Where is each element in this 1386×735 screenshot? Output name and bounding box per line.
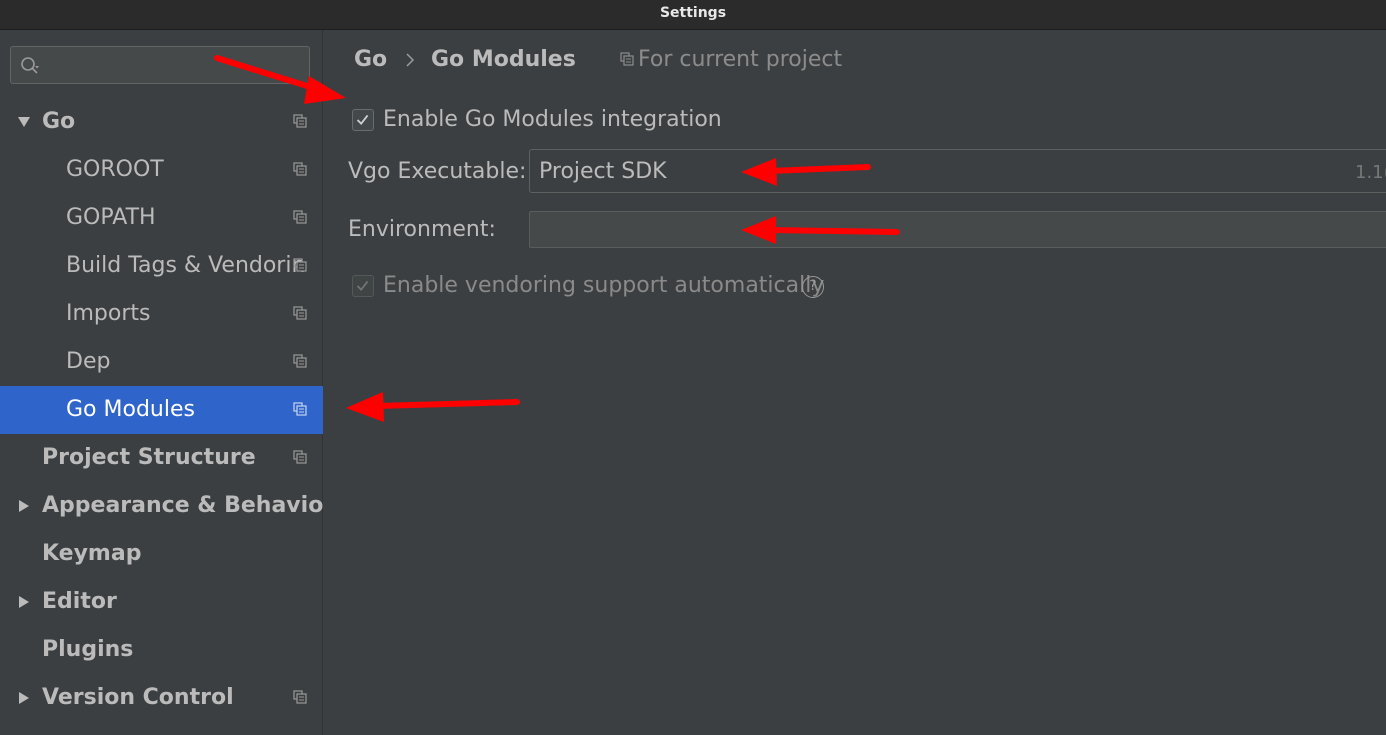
sidebar-item-label: Project Structure xyxy=(42,445,256,470)
sidebar-item-label: Dep xyxy=(66,349,111,374)
vgo-executable-value: Project SDK xyxy=(539,159,667,184)
sidebar-item-label: GOROOT xyxy=(66,157,164,182)
copy-icon xyxy=(293,450,307,464)
sidebar-item-label: Plugins xyxy=(42,637,134,662)
vendoring-label: Enable vendoring support automatically xyxy=(383,273,825,298)
sidebar-item-dep[interactable]: Dep xyxy=(0,338,323,386)
copy-icon xyxy=(293,402,307,416)
sidebar-item-go-modules[interactable]: Go Modules xyxy=(0,386,323,434)
copy-icon xyxy=(293,114,307,128)
sidebar-item-label: GOPATH xyxy=(66,205,156,230)
sidebar-item-label: Keymap xyxy=(42,541,142,566)
enable-go-modules-label[interactable]: Enable Go Modules integration xyxy=(383,107,722,132)
vgo-executable-label: Vgo Executable: xyxy=(348,159,527,184)
enable-go-modules-checkbox[interactable] xyxy=(352,109,374,131)
sidebar-item-editor[interactable]: Editor xyxy=(0,578,323,626)
copy-icon xyxy=(620,52,634,66)
environment-label: Environment: xyxy=(348,217,496,242)
settings-sidebar: Go GOROOT GOPATH Build Tags & Vendorin I… xyxy=(0,30,334,735)
window-titlebar: Settings xyxy=(0,0,1386,30)
window-title: Settings xyxy=(659,5,727,21)
search-icon xyxy=(21,57,39,74)
sidebar-item-label: Build Tags & Vendorin xyxy=(66,253,306,278)
check-icon xyxy=(356,280,369,292)
sdk-version: 1.1( xyxy=(1355,162,1386,183)
sidebar-item-gopath[interactable]: GOPATH xyxy=(0,194,323,242)
copy-icon xyxy=(293,354,307,368)
copy-icon xyxy=(293,210,307,224)
sidebar-item-go[interactable]: Go xyxy=(0,98,323,146)
sidebar-item-project-structure[interactable]: Project Structure xyxy=(0,434,323,482)
sidebar-item-appearance[interactable]: Appearance & Behavior xyxy=(0,482,334,530)
chevron-right-icon xyxy=(406,53,415,67)
triangle-right-icon[interactable] xyxy=(17,595,31,609)
copy-icon xyxy=(293,162,307,176)
sidebar-item-build-tags[interactable]: Build Tags & Vendorin xyxy=(0,242,323,290)
copy-icon xyxy=(293,306,307,320)
sidebar-item-label: Imports xyxy=(66,301,151,326)
triangle-down-icon[interactable] xyxy=(17,115,31,129)
sidebar-item-plugins[interactable]: Plugins xyxy=(0,626,323,674)
settings-content: Go Go Modules For current project Enable… xyxy=(324,30,1386,735)
sidebar-item-label: Go Modules xyxy=(66,397,195,422)
check-icon xyxy=(356,114,369,126)
breadcrumb-parent[interactable]: Go xyxy=(354,47,387,72)
sidebar-item-label: Go xyxy=(42,109,76,134)
sidebar-item-keymap[interactable]: Keymap xyxy=(0,530,323,578)
triangle-right-icon[interactable] xyxy=(17,691,31,705)
sidebar-item-label: Version Control xyxy=(42,685,234,710)
scope-label: For current project xyxy=(638,47,843,72)
vgo-executable-select[interactable]: Project SDK 1.1( xyxy=(529,149,1386,193)
sidebar-item-version-control[interactable]: Version Control xyxy=(0,674,323,722)
sidebar-item-goroot[interactable]: GOROOT xyxy=(0,146,323,194)
sidebar-item-label: Appearance & Behavior xyxy=(42,493,335,518)
vendoring-checkbox[interactable] xyxy=(352,275,374,297)
breadcrumb-current: Go Modules xyxy=(431,47,576,72)
search-input[interactable] xyxy=(10,46,310,84)
environment-field[interactable] xyxy=(529,211,1386,248)
copy-icon xyxy=(293,690,307,704)
copy-icon xyxy=(293,258,307,272)
sidebar-item-label: Editor xyxy=(42,589,117,614)
triangle-right-icon[interactable] xyxy=(17,499,31,513)
question-circle-icon[interactable]: ? xyxy=(802,276,824,298)
sidebar-item-imports[interactable]: Imports xyxy=(0,290,323,338)
